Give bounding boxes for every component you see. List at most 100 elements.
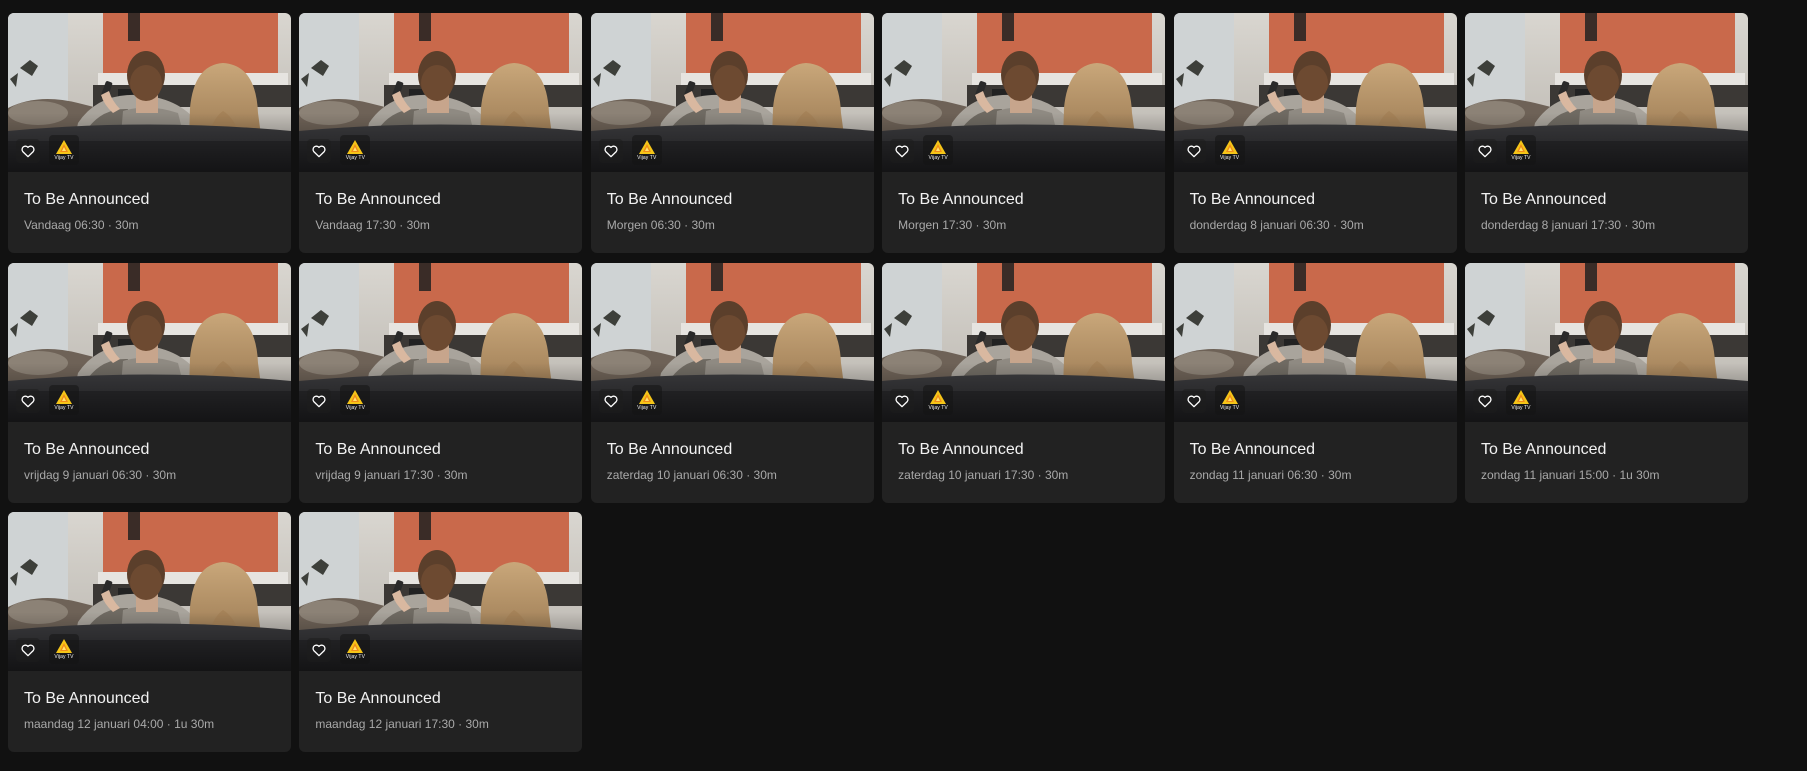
channel-logo-label: Vijay TV <box>54 155 74 161</box>
channel-logo-label: Vijay TV <box>345 404 366 411</box>
programme-card[interactable]: Vijay TV To Be Announced Morgen 17:30 · … <box>882 13 1166 253</box>
programme-info: To Be Announced Vandaag 17:30 · 30m <box>299 172 582 233</box>
vijay-tv-logo-icon <box>56 389 72 404</box>
channel-logo-label: Vijay TV <box>345 155 366 161</box>
programme-card[interactable]: Vijay TV To Be Announced donderdag 8 jan… <box>1173 13 1457 253</box>
favorite-button[interactable] <box>307 388 332 413</box>
favorite-button[interactable] <box>307 139 332 163</box>
favorite-button[interactable] <box>1472 139 1497 163</box>
programme-title: To Be Announced <box>315 191 441 208</box>
favorite-button[interactable] <box>307 638 332 662</box>
favorite-button[interactable] <box>16 388 40 413</box>
heart-outline-icon <box>21 145 35 158</box>
programme-title: To Be Announced <box>315 690 441 707</box>
heart-outline-icon <box>312 395 326 407</box>
favorite-button[interactable] <box>1472 388 1497 413</box>
programme-title: To Be Announced <box>898 191 1024 208</box>
vijay-tv-logo-icon <box>347 140 364 154</box>
heart-outline-icon <box>21 644 35 657</box>
programme-info: To Be Announced Morgen 06:30 · 30m <box>591 172 874 233</box>
channel-logo-label: Vijay TV <box>1219 404 1240 411</box>
programme-info: To Be Announced zaterdag 10 januari 17:3… <box>882 422 1165 483</box>
programme-card[interactable]: Vijay TV To Be Announced zondag 11 janua… <box>1464 262 1748 503</box>
channel-logo: Vijay TV <box>631 135 662 165</box>
programme-card[interactable]: Vijay TV To Be Announced Morgen 06:30 · … <box>590 13 874 253</box>
heart-outline-icon <box>312 145 326 158</box>
programme-schedule: Vandaag 17:30 · 30m <box>315 218 430 232</box>
channel-logo: Vijay TV <box>923 384 954 415</box>
programme-schedule: zaterdag 10 januari 17:30 · 30m <box>898 467 1069 482</box>
programme-info: To Be Announced vrijdag 9 januari 06:30 … <box>8 422 291 483</box>
programme-card[interactable]: Vijay TV To Be Announced Vandaag 17:30 ·… <box>299 13 583 253</box>
favorite-button[interactable] <box>598 388 623 413</box>
programme-thumbnail: Vijay TV <box>8 13 291 172</box>
programme-title: To Be Announced <box>1189 191 1315 208</box>
programme-schedule: Vandaag 06:30 · 30m <box>24 218 139 232</box>
channel-logo-label: Vijay TV <box>1219 155 1240 161</box>
programme-thumbnail: Vijay TV <box>1173 262 1457 422</box>
programme-title: To Be Announced <box>1189 440 1315 458</box>
programme-thumbnail: Vijay TV <box>299 13 583 172</box>
programme-title: To Be Announced <box>24 690 150 707</box>
vijay-tv-logo-icon <box>1512 140 1529 154</box>
heart-outline-icon <box>1187 395 1201 407</box>
channel-logo: Vijay TV <box>340 634 371 664</box>
programme-title: To Be Announced <box>606 440 733 458</box>
heart-outline-icon <box>312 644 326 657</box>
channel-logo: Vijay TV <box>1214 135 1245 165</box>
favorite-button[interactable] <box>16 139 40 163</box>
heart-outline-icon <box>21 395 35 407</box>
vijay-tv-logo-icon <box>1221 389 1238 404</box>
programme-info: To Be Announced Morgen 17:30 · 30m <box>882 172 1165 233</box>
vijay-tv-logo-icon <box>1512 389 1529 404</box>
vijay-tv-logo-icon <box>347 639 364 653</box>
channel-logo-label: Vijay TV <box>345 654 366 660</box>
programme-card[interactable]: Vijay TV To Be Announced zaterdag 10 jan… <box>590 262 874 503</box>
vijay-tv-logo-icon <box>347 389 364 404</box>
programme-schedule: maandag 12 januari 04:00 · 1u 30m <box>24 717 215 731</box>
channel-logo: Vijay TV <box>1505 135 1536 165</box>
programme-info: To Be Announced zaterdag 10 januari 06:3… <box>591 422 874 483</box>
programme-title: To Be Announced <box>606 191 733 208</box>
programme-thumbnail: Vijay TV <box>590 13 874 172</box>
programme-title: To Be Announced <box>1480 440 1607 458</box>
favorite-button[interactable] <box>890 388 915 413</box>
channel-logo-label: Vijay TV <box>928 404 948 411</box>
programme-card[interactable]: Vijay TV To Be Announced zondag 11 janua… <box>1173 262 1457 503</box>
favorite-button[interactable] <box>1181 388 1206 413</box>
programme-schedule: zaterdag 10 januari 06:30 · 30m <box>606 467 777 482</box>
programme-card[interactable]: Vijay TV To Be Announced maandag 12 janu… <box>8 512 291 752</box>
programme-thumbnail: Vijay TV <box>1173 13 1457 172</box>
programme-info: To Be Announced vrijdag 9 januari 17:30 … <box>299 422 582 483</box>
programme-info: To Be Announced maandag 12 januari 04:00… <box>8 671 291 732</box>
vijay-tv-logo-icon <box>1221 140 1238 154</box>
programme-title: To Be Announced <box>898 440 1024 458</box>
programme-card[interactable]: Vijay TV To Be Announced donderdag 8 jan… <box>1464 13 1748 253</box>
programme-grid: Vijay TV To Be Announced Vandaag 06:30 ·… <box>8 13 1748 752</box>
programme-card[interactable]: Vijay TV To Be Announced vrijdag 9 janua… <box>299 262 583 503</box>
vijay-tv-logo-icon <box>638 389 655 404</box>
channel-logo-label: Vijay TV <box>1511 404 1531 411</box>
channel-logo: Vijay TV <box>1214 384 1245 415</box>
programme-thumbnail: Vijay TV <box>882 262 1166 422</box>
favorite-button[interactable] <box>1181 139 1206 163</box>
heart-outline-icon <box>1478 145 1492 158</box>
heart-outline-icon <box>1478 395 1492 407</box>
favorite-button[interactable] <box>598 139 623 163</box>
programme-card[interactable]: Vijay TV To Be Announced vrijdag 9 janua… <box>8 262 291 503</box>
channel-logo: Vijay TV <box>631 384 662 415</box>
favorite-button[interactable] <box>890 139 915 163</box>
channel-logo: Vijay TV <box>1505 384 1536 415</box>
favorite-button[interactable] <box>16 638 40 662</box>
heart-outline-icon <box>895 395 909 407</box>
programme-info: To Be Announced zondag 11 januari 06:30 … <box>1174 422 1457 483</box>
vijay-tv-logo-icon <box>930 389 947 404</box>
programme-thumbnail: Vijay TV <box>8 512 291 671</box>
channel-logo-label: Vijay TV <box>1511 155 1531 161</box>
programme-title: To Be Announced <box>24 440 150 458</box>
programme-card[interactable]: Vijay TV To Be Announced maandag 12 janu… <box>299 512 583 752</box>
vijay-tv-logo-icon <box>56 140 72 154</box>
programme-card[interactable]: Vijay TV To Be Announced Vandaag 06:30 ·… <box>8 13 291 253</box>
programme-card[interactable]: Vijay TV To Be Announced zaterdag 10 jan… <box>882 262 1166 503</box>
programme-schedule: zondag 11 januari 15:00 · 1u 30m <box>1480 467 1660 482</box>
